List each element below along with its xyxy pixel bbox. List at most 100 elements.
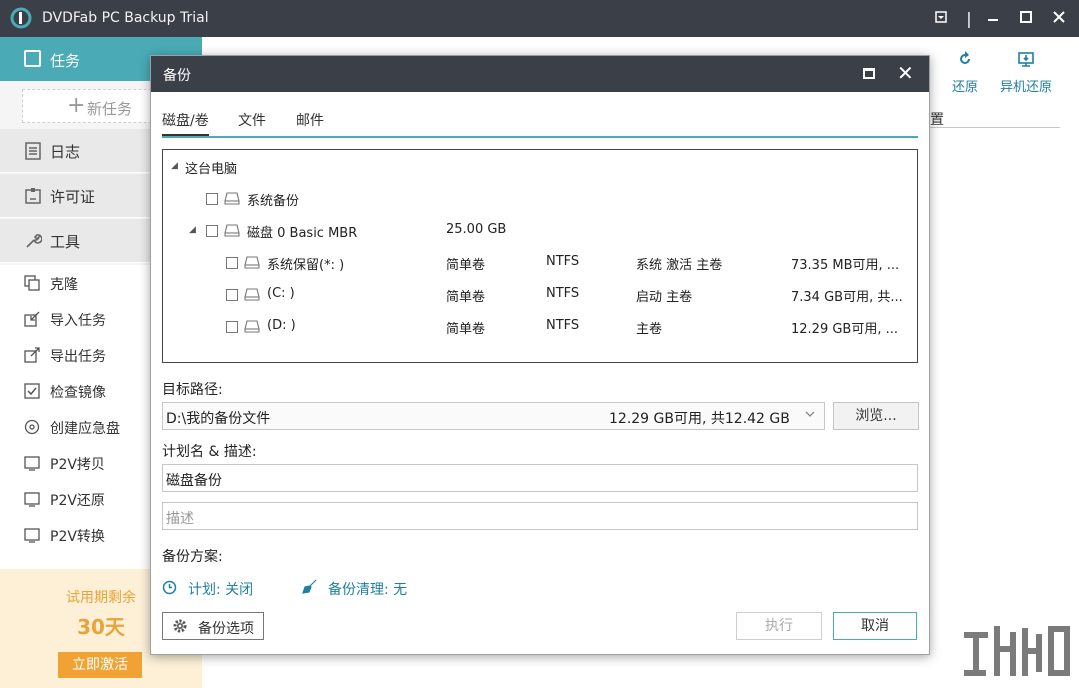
dialog-tabs: 磁盘/卷 文件 邮件: [162, 108, 918, 138]
scheme-label: 备份方案:: [162, 549, 223, 565]
backup-options-label: 备份选项: [198, 621, 254, 637]
activate-button[interactable]: 立即激活: [58, 652, 142, 678]
partition-free: 7.34 GB可用, 共...: [791, 290, 903, 305]
dialog-title: 备份: [163, 68, 191, 84]
sidebar-item-label: 工具: [50, 233, 81, 251]
partition-type: 简单卷: [446, 290, 486, 305]
plus-icon: +: [67, 93, 86, 118]
sidebar-item-label: 创建应急盘: [50, 421, 120, 437]
tree-row-system-backup[interactable]: 系统备份: [163, 184, 917, 214]
checkbox[interactable]: [226, 321, 238, 333]
description-placeholder: 描述: [166, 511, 194, 527]
sidebar-item-label: 克隆: [50, 277, 78, 293]
drive-icon: [244, 320, 260, 333]
restore-button[interactable]: 还原: [948, 50, 982, 95]
sidebar-item-label: 许可证: [50, 188, 96, 206]
collapse-arrow-icon[interactable]: ◢: [189, 225, 196, 235]
minimize-icon[interactable]: [982, 8, 1004, 30]
sidebar-item-label: P2V拷贝: [50, 457, 105, 473]
remote-restore-button[interactable]: 异机还原: [998, 50, 1054, 95]
disk-tree: ◢ 这台电脑 系统备份 ◢ 磁盘 0 Basic MBR 25.00 GB 系统…: [162, 149, 918, 363]
browse-button[interactable]: 浏览...: [833, 402, 919, 430]
title-bar: DVDFab PC Backup Trial |: [0, 0, 1079, 37]
p2v-copy-icon: [24, 456, 40, 471]
drive-icon: [224, 224, 240, 237]
tree-item-label: 系统备份: [247, 194, 300, 209]
checkbox[interactable]: [206, 193, 218, 205]
sidebar-item-label: P2V转换: [50, 529, 105, 545]
main-column-label: 置: [930, 112, 944, 128]
watermark-logo: [964, 626, 1070, 676]
cleanup-text: 备份清理: 无: [328, 582, 408, 598]
tab-disk-volume[interactable]: 磁盘/卷: [162, 110, 209, 136]
new-task-label: 新任务: [87, 100, 133, 118]
dialog-title-bar: 备份 ✕: [151, 56, 929, 92]
remote-restore-label: 异机还原: [999, 80, 1052, 95]
rescue-disk-icon: [24, 419, 40, 435]
target-path-value: D:\我的备份文件: [166, 411, 271, 427]
tree-row-root[interactable]: ◢ 这台电脑: [163, 152, 917, 182]
partition-status: 启动 主卷: [636, 290, 693, 305]
close-icon[interactable]: [1048, 8, 1070, 30]
dialog-close-icon[interactable]: ✕: [897, 61, 914, 85]
sidebar-item-label: 导入任务: [50, 313, 106, 329]
partition-free: 12.29 GB可用, ...: [791, 322, 899, 337]
partition-type: 简单卷: [446, 322, 486, 337]
backup-dialog: 备份 ✕ 磁盘/卷 文件 邮件 ◢ 这台电脑 系统备份 ◢ 磁盘 0 Basic…: [150, 55, 930, 655]
broom-icon: [302, 579, 317, 594]
checkbox[interactable]: [206, 225, 218, 237]
dialog-maximize-icon[interactable]: [863, 68, 875, 79]
drive-icon: [224, 192, 240, 205]
sidebar-item-label: P2V还原: [50, 493, 105, 509]
tree-row-partition[interactable]: (D: ) 简单卷 NTFS 主卷 12.29 GB可用, ...: [163, 312, 917, 342]
sidebar-item-label: 任务: [50, 52, 81, 70]
remote-restore-icon: [1018, 52, 1034, 67]
backup-options-button[interactable]: 备份选项: [162, 612, 264, 640]
partition-fs: NTFS: [546, 318, 580, 333]
tab-mail[interactable]: 邮件: [296, 110, 324, 130]
restore-label: 还原: [951, 80, 978, 95]
partition-fs: NTFS: [546, 254, 580, 269]
partition-status: 主卷: [636, 322, 663, 337]
disk-name: 磁盘 0 Basic MBR: [247, 226, 358, 241]
checkbox[interactable]: [226, 257, 238, 269]
sidebar-item-label: 日志: [50, 143, 81, 161]
maximize-icon[interactable]: [1015, 8, 1037, 30]
export-icon: [24, 347, 40, 363]
checkbox[interactable]: [226, 289, 238, 301]
drive-icon: [244, 288, 260, 301]
target-path-select[interactable]: D:\我的备份文件 12.29 GB可用, 共12.42 GB: [162, 402, 825, 430]
tree-root-label: 这台电脑: [185, 162, 238, 177]
checkbox-icon: [24, 50, 41, 67]
plan-name-value: 磁盘备份: [166, 473, 222, 489]
menu-dropdown-icon[interactable]: [930, 8, 952, 30]
tab-file[interactable]: 文件: [238, 110, 266, 130]
import-icon: [24, 311, 40, 327]
partition-name: (C: ): [267, 286, 295, 301]
log-icon: [25, 142, 41, 160]
divider-icon: |: [966, 9, 972, 28]
collapse-arrow-icon[interactable]: ◢: [171, 161, 178, 171]
clone-icon: [24, 275, 40, 291]
partition-name: 系统保留(*: ): [267, 258, 345, 273]
app-title: DVDFab PC Backup Trial: [42, 10, 209, 26]
description-field[interactable]: 描述: [162, 502, 918, 530]
partition-fs: NTFS: [546, 286, 580, 301]
partition-name: (D: ): [267, 318, 296, 333]
tree-row-disk[interactable]: ◢ 磁盘 0 Basic MBR 25.00 GB: [163, 216, 917, 246]
p2v-restore-icon: [24, 492, 40, 507]
license-icon: [25, 188, 41, 204]
drive-icon: [244, 256, 260, 269]
tree-row-partition[interactable]: 系统保留(*: ) 简单卷 NTFS 系统 激活 主卷 73.35 MB可用, …: [163, 248, 917, 278]
app-logo-icon: [10, 7, 32, 29]
schedule-text: 计划: 关闭: [188, 582, 254, 598]
target-path-label: 目标路径:: [162, 382, 223, 398]
tree-row-partition[interactable]: (C: ) 简单卷 NTFS 启动 主卷 7.34 GB可用, 共...: [163, 280, 917, 310]
chevron-down-icon[interactable]: [805, 409, 815, 419]
cancel-button[interactable]: 取消: [833, 612, 917, 640]
clock-icon: [162, 580, 177, 595]
plan-name-field[interactable]: 磁盘备份: [162, 464, 918, 492]
execute-button[interactable]: 执行: [736, 612, 822, 640]
p2v-convert-icon: [24, 528, 40, 543]
main-header-divider: [930, 127, 1060, 128]
